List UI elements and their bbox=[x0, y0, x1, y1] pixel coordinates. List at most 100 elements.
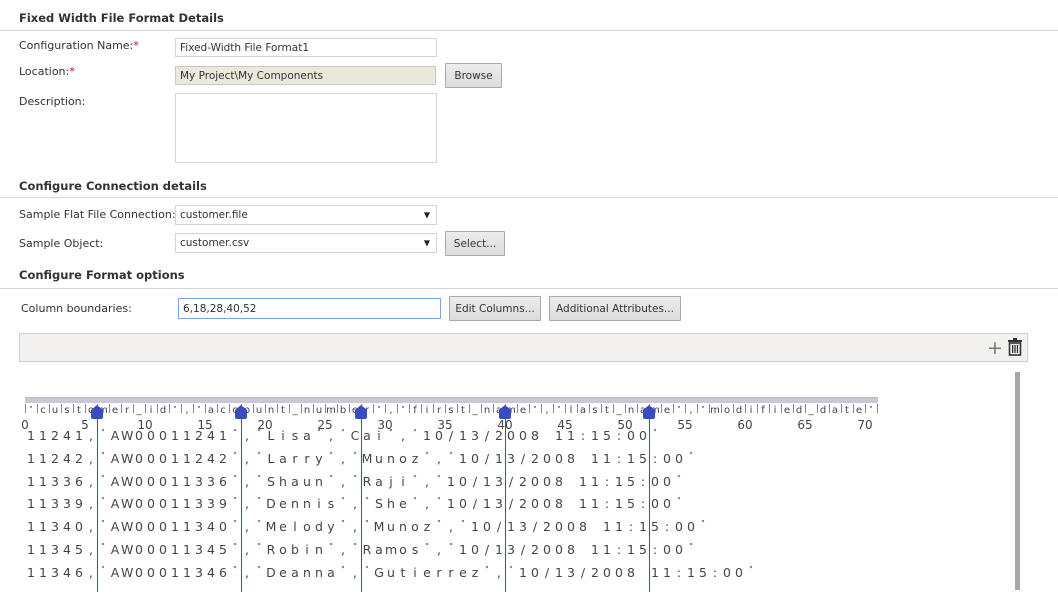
column-boundary-handle[interactable] bbox=[643, 405, 655, 419]
location-label: Location:* bbox=[19, 65, 75, 78]
plus-icon[interactable]: + bbox=[987, 337, 1003, 359]
ruler-header-char: b bbox=[339, 405, 347, 416]
ruler-bar bbox=[25, 397, 878, 403]
ruler-header-char: c bbox=[40, 405, 46, 416]
ruler-header-char: u bbox=[315, 405, 323, 416]
chevron-down-icon: ▼ bbox=[423, 210, 430, 220]
config-name-input[interactable]: Fixed-Width File Format1 bbox=[175, 38, 437, 57]
ruler-header-char: n bbox=[483, 405, 491, 416]
column-boundary-handle[interactable] bbox=[91, 405, 103, 419]
sample-object-label: Sample Object: bbox=[19, 237, 104, 250]
column-boundary-line[interactable] bbox=[240, 412, 242, 592]
ruler-header-char: " bbox=[701, 405, 705, 413]
ruler-header-char: _ bbox=[136, 405, 142, 416]
ruler-header-char: " bbox=[29, 405, 33, 413]
ruler-header-char: , bbox=[689, 405, 693, 416]
ruler-header-char: " bbox=[197, 405, 201, 413]
config-name-label: Configuration Name:* bbox=[19, 39, 139, 52]
data-row: 1 1 3 4 0, " A W 0 0 0 1 1 3 4 0 ", " Me l o d y ", " Mu n o z ", " 1 0/… bbox=[27, 519, 705, 535]
ruler-header-char: d bbox=[735, 405, 743, 416]
ruler-header-char: a bbox=[831, 405, 839, 416]
additional-attributes-button[interactable]: Additional Attributes... bbox=[549, 296, 681, 321]
ruler-header-char: n bbox=[627, 405, 635, 416]
vertical-scrollbar[interactable] bbox=[1015, 372, 1020, 590]
ruler-header-char: d bbox=[795, 405, 803, 416]
ruler-header-char: e bbox=[663, 405, 671, 416]
sample-object-value: customer.csv bbox=[180, 237, 250, 249]
data-row: 1 1 2 4 1, " A W 0 0 0 1 1 2 4 1 ", " Li s a ", " Ca i ", " 1 0/1 3/2… bbox=[27, 428, 657, 443]
ruler-header-char: " bbox=[533, 405, 537, 413]
ruler-header-char: e bbox=[855, 405, 863, 416]
section-title-connection: Configure Connection details bbox=[19, 179, 207, 193]
ruler-header-char: t bbox=[461, 405, 465, 416]
ruler-header-char: s bbox=[592, 405, 598, 416]
ruler-number: 60 bbox=[737, 418, 753, 432]
ruler-header-char: " bbox=[869, 405, 873, 413]
ruler-header-char: u bbox=[51, 405, 59, 416]
section-title-format: Configure Format options bbox=[19, 268, 185, 282]
select-object-button[interactable]: Select... bbox=[445, 231, 505, 256]
ruler-header-char: _ bbox=[616, 405, 622, 416]
ruler-header-char: n bbox=[267, 405, 275, 416]
data-row: 1 1 3 4 6, " A W 0 0 0 1 1 3 4 6 ", " De a n n a ", " Gu t i e r r e z ",… bbox=[27, 564, 753, 580]
ruler-header-char: o bbox=[723, 405, 731, 416]
ruler-header-char: u bbox=[255, 405, 263, 416]
column-boundary-line[interactable] bbox=[360, 412, 362, 592]
column-boundary-line[interactable] bbox=[504, 412, 506, 592]
ruler-header-char: " bbox=[401, 405, 405, 413]
data-row: 1 1 3 3 9, " A W 0 0 0 1 1 3 3 9 ", " De n n i s ", " Sh e ", " 1 0/1 3… bbox=[27, 496, 681, 512]
ruler-header-char: t bbox=[281, 405, 285, 416]
ruler-header-char: i bbox=[773, 405, 777, 416]
divider bbox=[0, 197, 1058, 198]
column-boundary-handle[interactable] bbox=[499, 405, 511, 419]
column-boundary-line[interactable] bbox=[648, 412, 650, 592]
columns-toolbar: + bbox=[19, 333, 1028, 362]
ruler-header-char: s bbox=[448, 405, 454, 416]
ruler-header-char: s bbox=[64, 405, 70, 416]
data-row: 1 1 3 3 6, " A W 0 0 0 1 1 3 3 6 ", " Sh a u n ", " Ra j i ", " 1 0/1 3… bbox=[27, 473, 681, 489]
ruler-header-char: i bbox=[425, 405, 429, 416]
ruler-header-char: e bbox=[519, 405, 527, 416]
flat-file-connection-value: customer.file bbox=[180, 209, 248, 221]
ruler-number: 70 bbox=[857, 418, 873, 432]
column-boundary-handle[interactable] bbox=[355, 405, 367, 419]
ruler-header-char: c bbox=[220, 405, 226, 416]
sample-object-select[interactable]: customer.csv ▼ bbox=[175, 233, 437, 253]
ruler-header-char: " bbox=[173, 405, 177, 413]
ruler-header-char: t bbox=[77, 405, 81, 416]
edit-columns-button[interactable]: Edit Columns... bbox=[449, 296, 541, 321]
ruler-header-char: f bbox=[761, 405, 765, 416]
ruler-header-char: " bbox=[677, 405, 681, 413]
ruler-header-char: n bbox=[303, 405, 311, 416]
flat-file-connection-label: Sample Flat File Connection: bbox=[19, 208, 176, 221]
ruler-header-char: _ bbox=[472, 405, 478, 416]
ruler-header-char: a bbox=[207, 405, 215, 416]
description-label: Description: bbox=[19, 95, 86, 108]
description-textarea[interactable] bbox=[175, 93, 437, 163]
ruler-header-char: a bbox=[579, 405, 587, 416]
column-boundaries-label: Column boundaries: bbox=[21, 302, 132, 315]
ruler-header-char: , bbox=[389, 405, 393, 416]
section-title-details: Fixed Width File Format Details bbox=[19, 11, 224, 25]
ruler-header-char: t bbox=[605, 405, 609, 416]
ruler-header-char: _ bbox=[808, 405, 814, 416]
ruler-header-char: d bbox=[159, 405, 167, 416]
ruler-header-char: f bbox=[413, 405, 417, 416]
ruler-tick bbox=[877, 404, 878, 413]
column-boundary-handle[interactable] bbox=[235, 405, 247, 419]
ruler-header-char: , bbox=[545, 405, 549, 416]
column-boundary-line[interactable] bbox=[96, 412, 98, 592]
ruler-header-char: m bbox=[710, 405, 720, 416]
flat-file-connection-select[interactable]: customer.file ▼ bbox=[175, 205, 437, 225]
column-boundaries-input[interactable]: 6,18,28,40,52 bbox=[178, 298, 441, 319]
location-input[interactable]: My Project\My Components bbox=[175, 66, 436, 85]
ruler-header-char: e bbox=[111, 405, 119, 416]
ruler-header-char: m bbox=[326, 405, 336, 416]
ruler-header-char: l bbox=[569, 405, 573, 416]
divider bbox=[0, 288, 1058, 289]
browse-button[interactable]: Browse bbox=[445, 63, 502, 88]
ruler-number: 65 bbox=[797, 418, 813, 432]
trash-icon[interactable] bbox=[1008, 338, 1022, 356]
ruler-header-char: i bbox=[749, 405, 753, 416]
ruler-header-char: e bbox=[783, 405, 791, 416]
